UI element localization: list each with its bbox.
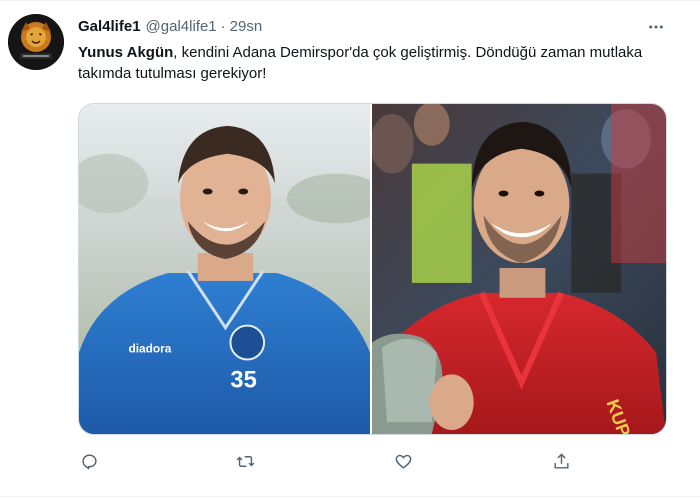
top-divider (0, 0, 700, 1)
more-options-button[interactable] (640, 14, 672, 40)
action-bar (78, 446, 578, 476)
timestamp[interactable]: 29sn (230, 17, 263, 37)
retweet-icon (236, 455, 254, 467)
author-name[interactable]: Gal4life1 (78, 17, 141, 37)
share-button[interactable] (546, 446, 576, 476)
lion-logo-icon (8, 14, 64, 70)
svg-text:35: 35 (230, 366, 256, 393)
separator-dot: · (220, 18, 226, 35)
svg-text:diadora: diadora (128, 341, 171, 355)
more-dots-icon (649, 25, 663, 29)
photo-red-kit-trophy[interactable]: KUPA (372, 104, 666, 434)
share-icon (553, 452, 569, 469)
bottom-divider (0, 496, 700, 497)
player-photo-blue-kit-icon: 35 diadora (79, 104, 370, 434)
tweet-text: Yunus Akgün, kendini Adana Demirspor'da … (78, 42, 678, 84)
tweet-header: Gal4life1 @gal4life1 · 29sn (78, 16, 262, 38)
tweet-card[interactable]: Gal4life1 @gal4life1 · 29sn Yunus Akgün,… (0, 0, 700, 498)
avatar[interactable] (8, 14, 64, 70)
like-button[interactable] (388, 446, 418, 476)
photo-blue-kit[interactable]: 35 diadora (79, 104, 372, 434)
reply-icon (81, 453, 97, 469)
like-icon (395, 454, 411, 469)
media-grid: 35 diadora KUPA (78, 103, 667, 435)
tweet-text-mention: Yunus Akgün (78, 44, 174, 61)
author-handle[interactable]: @gal4life1 (146, 17, 217, 37)
player-photo-red-kit-trophy-icon: KUPA (372, 104, 666, 434)
retweet-button[interactable] (230, 446, 260, 476)
reply-button[interactable] (74, 446, 104, 476)
